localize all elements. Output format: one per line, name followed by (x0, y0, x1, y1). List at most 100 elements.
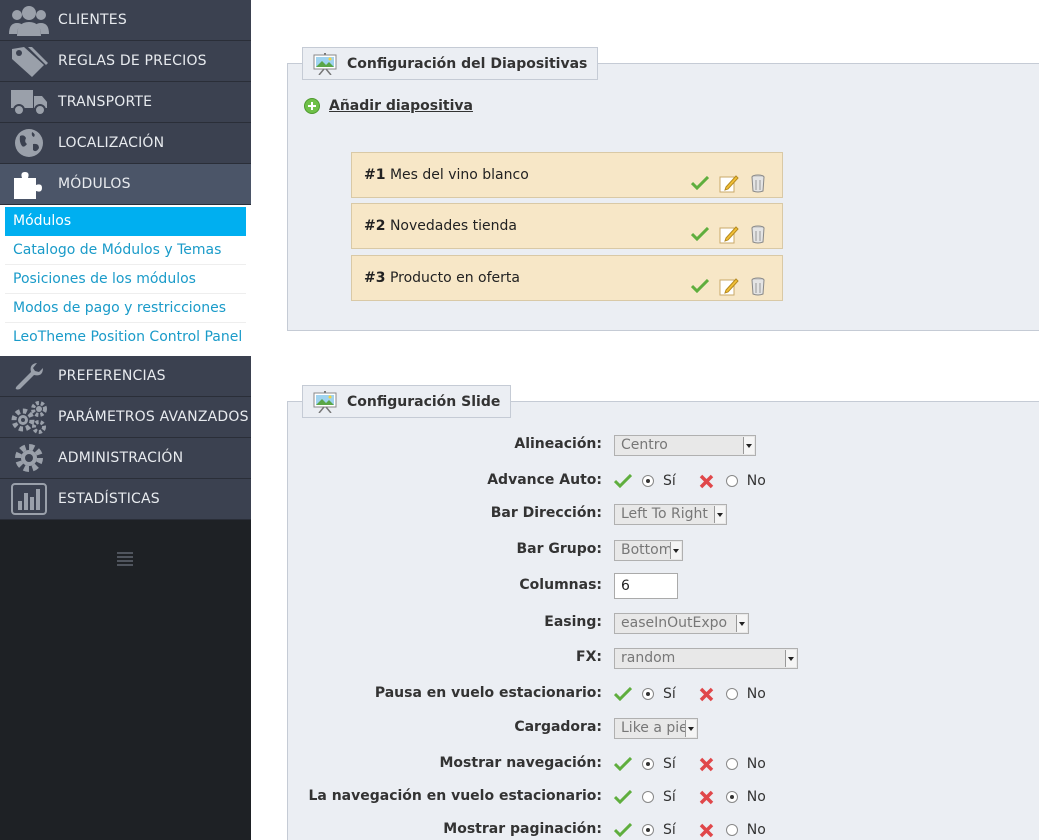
no-cross-icon (698, 755, 716, 773)
submenu-item-posiciones[interactable]: Posiciones de los módulos (5, 265, 246, 294)
delete-icon[interactable] (748, 173, 768, 193)
sidebar-item-preferencias[interactable]: PREFERENCIAS (0, 356, 251, 397)
fx-select[interactable]: random (614, 647, 798, 669)
truck-icon (0, 82, 58, 123)
mostrar-nav-no-radio[interactable] (725, 758, 738, 770)
config-panel-legend: Configuración Slide (302, 385, 512, 418)
field-label: FX: (576, 649, 602, 665)
no-cross-icon (698, 821, 716, 839)
yes-check-icon (614, 788, 632, 806)
no-label: No (746, 686, 766, 702)
columnas-input[interactable]: 6 (614, 573, 678, 599)
chevron-down-icon (736, 614, 747, 632)
field-alineacion: Alineación: Centro (288, 433, 1039, 457)
alineacion-select[interactable]: Centro (614, 434, 756, 456)
sidebar-item-administracion[interactable]: ADMINISTRACIÓN (0, 438, 251, 479)
yes-label: Sí (663, 473, 676, 489)
sidebar-item-modulos[interactable]: MÓDULOS (0, 164, 251, 205)
edit-icon[interactable] (719, 276, 739, 296)
collapse-menu-icon[interactable] (117, 552, 133, 568)
chevron-down-icon (685, 719, 696, 737)
submenu-item-leotheme[interactable]: LeoTheme Position Control Panel (5, 323, 246, 352)
yes-check-icon (614, 685, 632, 703)
edit-icon[interactable] (719, 173, 739, 193)
nav-vuelo-no-radio[interactable] (725, 791, 738, 803)
no-label: No (746, 756, 766, 772)
yes-check-icon (614, 821, 632, 839)
no-cross-icon (698, 788, 716, 806)
sidebar-item-label: CLIENTES (58, 12, 127, 28)
advance-auto-no-radio[interactable] (725, 475, 738, 487)
chevron-down-icon (670, 541, 681, 559)
mostrar-pag-yes-radio[interactable] (642, 824, 654, 836)
slide-name: Producto en oferta (389, 270, 520, 286)
slides-panel-legend: Configuración del Diapositivas (302, 47, 599, 80)
sidebar-item-estadisticas[interactable]: ESTADÍSTICAS (0, 479, 251, 520)
add-slide-link[interactable]: Añadir diapositiva (304, 98, 473, 114)
slideshow-icon (313, 52, 337, 75)
status-enabled-icon[interactable] (690, 173, 710, 193)
puzzle-icon (0, 164, 58, 205)
mostrar-pag-no-radio[interactable] (725, 824, 738, 836)
chevron-down-icon (743, 436, 754, 454)
field-columnas: Columnas: 6 (288, 573, 1039, 599)
bar-direccion-select[interactable]: Left To Right (614, 503, 727, 525)
slideshow-icon (313, 390, 337, 413)
slide-row[interactable]: #1 Mes del vino blanco (351, 152, 783, 198)
config-panel-title: Configuración Slide (347, 393, 501, 410)
no-label: No (746, 473, 766, 489)
yes-label: Sí (663, 822, 676, 838)
sidebar-item-localizacion[interactable]: LOCALIZACIÓN (0, 123, 251, 164)
field-label: Advance Auto: (487, 472, 602, 488)
sidebar-item-label: PARÁMETROS AVANZADOS (58, 409, 249, 425)
advance-auto-yes-radio[interactable] (642, 475, 654, 487)
slide-title: #2 Novedades tienda (364, 218, 517, 234)
sidebar-item-clientes[interactable]: CLIENTES (0, 0, 251, 41)
bar-grupo-select[interactable]: Bottom (614, 539, 683, 561)
field-label: Bar Dirección: (490, 505, 602, 521)
chevron-down-icon (785, 649, 796, 667)
slide-number: #3 (364, 270, 386, 286)
field-pausa: Pausa en vuelo estacionario: Sí No (288, 682, 1039, 706)
nav-vuelo-yes-radio[interactable] (642, 791, 654, 803)
delete-icon[interactable] (748, 276, 768, 296)
select-value: Left To Right (621, 505, 708, 522)
status-enabled-icon[interactable] (690, 276, 710, 296)
yes-label: Sí (663, 789, 676, 805)
slide-row[interactable]: #3 Producto en oferta (351, 255, 783, 301)
bar-chart-icon (0, 479, 58, 520)
pausa-no-radio[interactable] (725, 688, 738, 700)
slide-number: #2 (364, 218, 386, 234)
delete-icon[interactable] (748, 224, 768, 244)
field-label: Mostrar paginación: (443, 821, 602, 837)
mostrar-nav-yes-radio[interactable] (642, 758, 654, 770)
slide-row[interactable]: #2 Novedades tienda (351, 203, 783, 249)
sidebar-item-label: ESTADÍSTICAS (58, 491, 160, 507)
edit-icon[interactable] (719, 224, 739, 244)
globe-icon (0, 123, 58, 164)
field-cargadora: Cargadora: Like a pie (288, 716, 1039, 740)
cargadora-select[interactable]: Like a pie (614, 717, 698, 739)
field-navegacion-vuelo: La navegación en vuelo estacionario: Sí … (288, 785, 1039, 809)
field-label: La navegación en vuelo estacionario: (308, 788, 602, 804)
pausa-yes-radio[interactable] (642, 688, 654, 700)
select-value: Like a pie (621, 719, 688, 736)
status-enabled-icon[interactable] (690, 224, 710, 244)
tags-icon (0, 41, 58, 82)
sidebar-item-label: ADMINISTRACIÓN (58, 450, 184, 466)
slide-config-panel: Configuración Slide Alineación: Centro A… (287, 385, 1039, 840)
no-label: No (746, 822, 766, 838)
yes-check-icon (614, 472, 632, 490)
submenu-item-modulos[interactable]: Módulos (5, 207, 246, 236)
field-mostrar-navegacion: Mostrar navegación: Sí No (288, 752, 1039, 776)
sidebar-item-reglas-de-precios[interactable]: REGLAS DE PRECIOS (0, 41, 251, 82)
field-label: Pausa en vuelo estacionario: (374, 685, 602, 701)
sidebar-item-parametros-avanzados[interactable]: PARÁMETROS AVANZADOS (0, 397, 251, 438)
submenu-item-catalogo[interactable]: Catalogo de Módulos y Temas (5, 236, 246, 265)
field-label: Mostrar navegación: (439, 755, 603, 771)
slides-panel-title: Configuración del Diapositivas (347, 55, 588, 72)
submenu-item-modos-de-pago[interactable]: Modos de pago y restricciones (5, 294, 246, 323)
easing-select[interactable]: easeInOutExpo (614, 612, 749, 634)
sidebar-item-transporte[interactable]: TRANSPORTE (0, 82, 251, 123)
sidebar-item-label: PREFERENCIAS (58, 368, 166, 384)
